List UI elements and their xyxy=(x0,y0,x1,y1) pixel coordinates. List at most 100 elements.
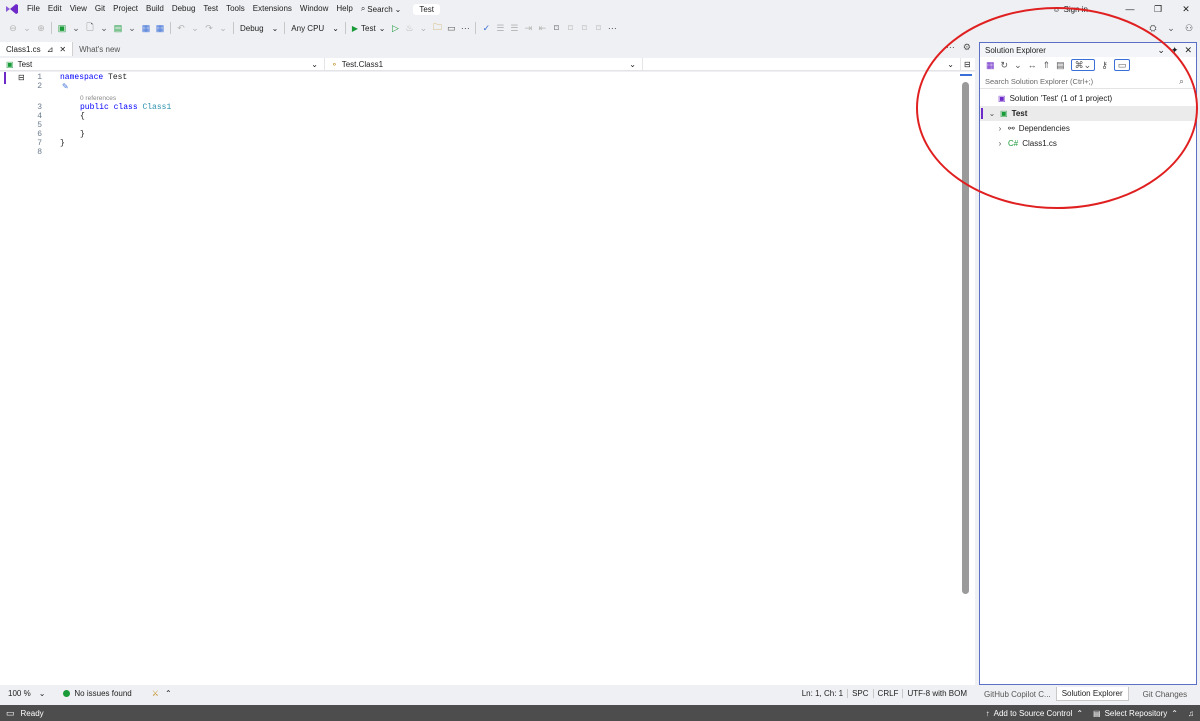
code-text: } xyxy=(80,130,85,139)
menu-project[interactable]: Project xyxy=(109,0,142,18)
menu-build[interactable]: Build xyxy=(142,0,168,18)
tab-class1-cs[interactable]: Class1.cs ⊿ ✕ xyxy=(0,42,74,56)
chevron-down-icon: ⌄ xyxy=(394,4,402,14)
chevron-down-icon: ⌄ xyxy=(629,59,636,69)
status-ready: Ready xyxy=(20,708,44,718)
more-icon[interactable]: ⋯ xyxy=(606,21,618,35)
codelens-references[interactable]: 0 references xyxy=(80,95,116,102)
menu-tools[interactable]: Tools xyxy=(222,0,249,18)
chevron-down-icon[interactable]: ⌄ xyxy=(21,21,33,35)
add-to-source-control-button[interactable]: ↑ Add to Source Control ⌃ xyxy=(986,709,1083,718)
line-number: 3 xyxy=(37,103,42,112)
issues-indicator[interactable]: No issues found xyxy=(63,689,132,698)
whitespace-mode[interactable]: SPC xyxy=(847,688,872,698)
chevron-down-icon: ⌄ xyxy=(271,23,279,33)
menu-git[interactable]: Git xyxy=(91,0,109,18)
code-line: 1 namespace Test xyxy=(0,73,940,82)
solution-platform-dropdown[interactable]: Any CPU ⌄ xyxy=(288,21,342,35)
save-icon[interactable]: ▦ xyxy=(140,21,152,35)
tab-solution-explorer[interactable]: Solution Explorer xyxy=(1055,687,1129,701)
keyword: class xyxy=(113,103,138,112)
spell-check-icon[interactable]: ✓ xyxy=(480,21,492,35)
code-line: 6 } xyxy=(0,130,940,139)
menu-test[interactable]: Test xyxy=(199,0,222,18)
quick-actions-icon[interactable]: ✎ xyxy=(62,82,69,91)
configuration-value: Debug xyxy=(240,23,264,33)
window-layout-icon[interactable]: ▭ xyxy=(445,21,457,35)
project-value: Test xyxy=(17,59,33,69)
save-all-icon[interactable]: ▦ xyxy=(154,21,166,35)
menu-window[interactable]: Window xyxy=(296,0,332,18)
tab-git-changes[interactable]: Git Changes xyxy=(1129,688,1192,701)
comment-icon[interactable]: ☰ xyxy=(494,21,506,35)
chevron-down-icon[interactable]: ⌄ xyxy=(98,21,110,35)
visual-studio-logo-icon xyxy=(5,3,19,15)
project-dropdown[interactable]: ▣ Test ⌄ xyxy=(0,57,325,71)
previous-bookmark-icon[interactable]: ⌑ xyxy=(564,21,576,35)
forward-icon[interactable]: ⊕ xyxy=(35,21,47,35)
chevron-up-icon: ⌃ xyxy=(1076,708,1084,718)
code-cleanup-icon[interactable]: ⚔ xyxy=(152,689,159,698)
undo-icon[interactable]: ↶ xyxy=(175,21,187,35)
chevron-down-icon[interactable]: ⌄ xyxy=(217,21,229,35)
open-folder-icon[interactable]: ▤ xyxy=(112,21,124,35)
arrow-up-icon: ↑ xyxy=(985,708,990,718)
hot-reload-icon[interactable]: ♨ xyxy=(403,21,415,35)
code-line: 4 { xyxy=(0,112,940,121)
output-icon[interactable]: ▭ xyxy=(0,708,15,719)
solution-configuration-dropdown[interactable]: Debug ⌄ xyxy=(237,21,281,35)
chevron-down-icon[interactable]: ⌄ xyxy=(126,21,138,35)
menu-debug[interactable]: Debug xyxy=(168,0,200,18)
chevron-down-icon: ⌄ xyxy=(332,23,339,33)
pin-icon[interactable]: ⊿ xyxy=(47,45,54,54)
code-editor[interactable]: ⊟ 1 namespace Test 2 ✎ 0 references 3 pu… xyxy=(0,72,975,685)
indent-icon[interactable]: ⇥ xyxy=(522,21,534,35)
new-project-icon[interactable]: ▣ xyxy=(56,21,68,35)
document-tab-strip: Class1.cs ⊿ ✕ What's new ⋯ ⚙ xyxy=(0,42,975,56)
select-repository-button[interactable]: ▤ Select Repository ⌃ xyxy=(1093,709,1178,718)
menu-edit[interactable]: Edit xyxy=(44,0,66,18)
editor-status-bar: 100 % ⌄ No issues found ⚔ ⌃ Ln: 1, Ch: 1… xyxy=(0,686,975,700)
bookmark-icon[interactable]: ⌑ xyxy=(550,21,562,35)
chevron-up-icon[interactable]: ⌃ xyxy=(165,689,172,698)
annotation-circle xyxy=(916,7,1198,209)
menu-help[interactable]: Help xyxy=(332,0,356,18)
chevron-down-icon[interactable]: ⌄ xyxy=(417,21,429,35)
notifications-icon[interactable]: ♫ xyxy=(1188,709,1194,718)
chevron-down-icon[interactable]: ⌄ xyxy=(189,21,201,35)
clear-bookmarks-icon[interactable]: ⌑ xyxy=(592,21,604,35)
code-line: 3 public class Class1 xyxy=(0,103,940,112)
toolbar-separator xyxy=(475,22,477,34)
outdent-icon[interactable]: ⇤ xyxy=(536,21,548,35)
search-menu[interactable]: ⌕ Search ⌄ xyxy=(357,4,406,14)
type-dropdown[interactable]: ⚬ Test.Class1 ⌄ xyxy=(325,57,643,71)
menu-extensions[interactable]: Extensions xyxy=(249,0,296,18)
start-without-debugging-icon[interactable]: ▷ xyxy=(389,21,401,35)
more-icon[interactable]: ⋯ xyxy=(459,21,471,35)
new-file-icon[interactable]: 🗋 xyxy=(84,21,96,35)
chevron-down-icon: ⌄ xyxy=(311,59,318,69)
toolbar-separator xyxy=(344,22,346,34)
file-encoding[interactable]: UTF-8 with BOM xyxy=(902,688,971,698)
redo-icon[interactable]: ↷ xyxy=(203,21,215,35)
solution-title: Test xyxy=(413,3,441,15)
start-debugging-button[interactable]: ▶ Test ⌄ xyxy=(349,21,389,35)
platform-value: Any CPU xyxy=(291,23,325,33)
chevron-down-icon: ⌄ xyxy=(378,23,386,33)
menu-file[interactable]: File xyxy=(23,0,44,18)
find-in-files-icon[interactable]: 🗀 xyxy=(431,21,443,35)
zoom-dropdown[interactable]: 100 % ⌄ xyxy=(0,689,45,698)
tab-whats-new[interactable]: What's new xyxy=(73,45,126,54)
uncomment-icon[interactable]: ☰ xyxy=(508,21,520,35)
next-bookmark-icon[interactable]: ⌑ xyxy=(578,21,590,35)
line-ending[interactable]: CRLF xyxy=(872,688,903,698)
back-icon[interactable]: ⊖ xyxy=(7,21,19,35)
chevron-down-icon[interactable]: ⌄ xyxy=(70,21,82,35)
cursor-position[interactable]: Ln: 1, Ch: 1 xyxy=(798,689,847,698)
code-text: { xyxy=(80,112,85,121)
menu-view[interactable]: View xyxy=(66,0,91,18)
close-icon[interactable]: ✕ xyxy=(59,45,66,54)
tab-github-copilot-chat[interactable]: GitHub Copilot C... xyxy=(979,688,1056,701)
code-line: 5 xyxy=(0,121,940,130)
toolbar-separator xyxy=(51,22,52,34)
